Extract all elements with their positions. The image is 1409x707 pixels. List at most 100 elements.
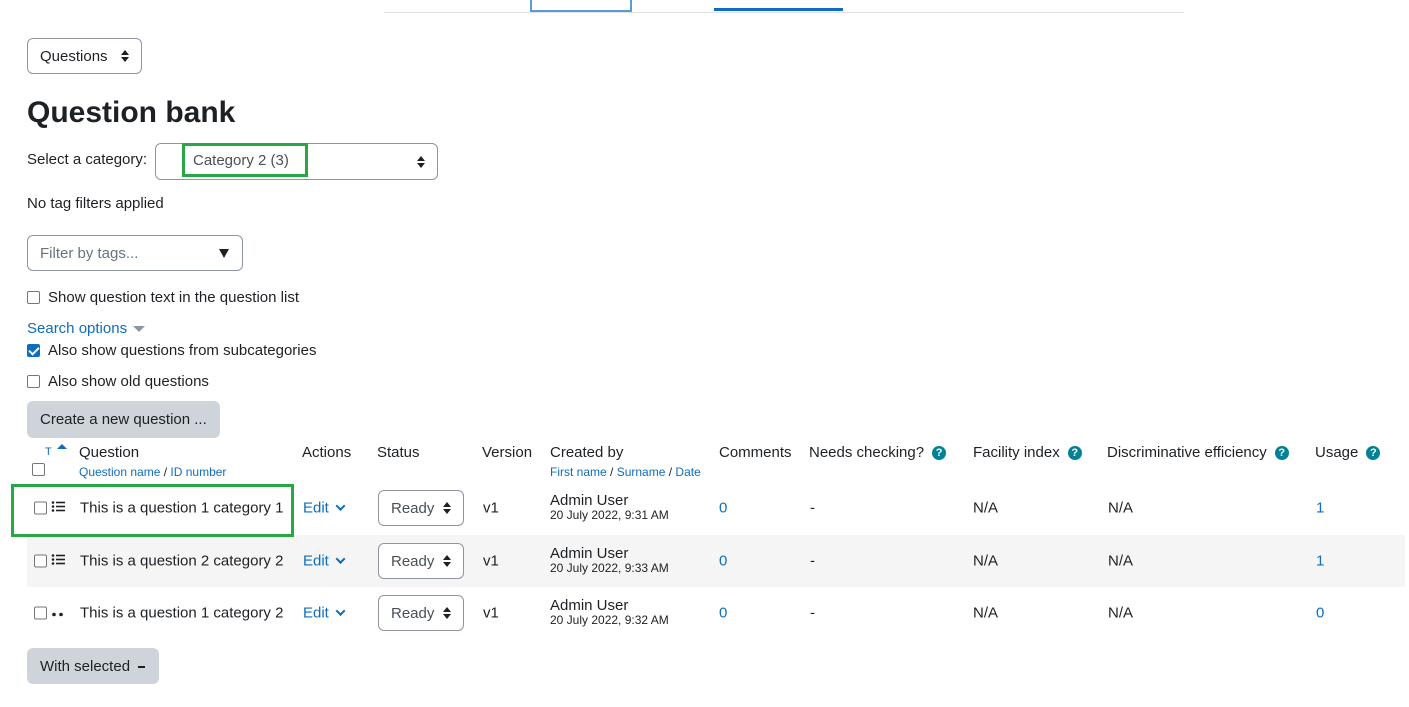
category-label: Select a category: bbox=[27, 151, 148, 168]
status-value: Ready bbox=[391, 499, 435, 517]
sort-type-link[interactable]: T bbox=[45, 446, 52, 458]
version: v1 bbox=[483, 604, 499, 622]
comments-link[interactable]: 0 bbox=[719, 553, 727, 570]
question-name: This is a question 2 category 2 bbox=[80, 552, 284, 570]
category-highlight-box bbox=[182, 143, 308, 177]
old-questions-label: Also show old questions bbox=[48, 373, 209, 390]
dropdown-triangle-icon bbox=[219, 249, 229, 258]
version: v1 bbox=[483, 499, 499, 517]
status-value: Ready bbox=[391, 604, 435, 622]
show-text-label: Show question text in the question list bbox=[48, 289, 299, 306]
status-select[interactable]: Ready bbox=[378, 543, 464, 579]
focused-tab[interactable] bbox=[530, 0, 632, 12]
row-checkbox[interactable] bbox=[34, 554, 47, 568]
sort-surname-link[interactable]: Surname bbox=[617, 465, 666, 479]
creator-name: Admin User bbox=[550, 597, 629, 614]
header-separator: / bbox=[160, 465, 171, 479]
sort-id-number-link[interactable]: ID number bbox=[170, 465, 226, 479]
subcategories-option: Also show questions from subcategories bbox=[27, 342, 316, 359]
active-tab-indicator bbox=[714, 8, 843, 11]
created-by: Admin User 20 July 2022, 9:31 AM bbox=[550, 493, 669, 523]
select-arrows-icon bbox=[443, 555, 451, 567]
comments-link[interactable]: 0 bbox=[719, 500, 727, 517]
sort-first-name-link[interactable]: First name bbox=[550, 465, 607, 479]
header-status: Status bbox=[377, 444, 420, 461]
header-facility-index-label: Facility index bbox=[973, 444, 1060, 461]
help-icon[interactable]: ? bbox=[932, 446, 947, 460]
usage-link[interactable]: 0 bbox=[1316, 605, 1324, 622]
search-options-toggle[interactable]: Search options bbox=[27, 320, 146, 337]
facility-index: N/A bbox=[973, 499, 999, 517]
show-text-option: Show question text in the question list bbox=[27, 289, 299, 306]
discriminative-efficiency: N/A bbox=[1108, 604, 1134, 622]
creator-name: Admin User bbox=[550, 545, 629, 562]
chevron-down-icon bbox=[335, 501, 346, 511]
row-checkbox[interactable] bbox=[34, 606, 47, 620]
table-row: This is a question 1 category 2 Edit Rea… bbox=[27, 587, 1405, 639]
subcategories-checkbox[interactable] bbox=[27, 344, 40, 357]
header-comments: Comments bbox=[719, 444, 792, 461]
sort-date-link[interactable]: Date bbox=[675, 465, 700, 479]
needs-checking: - bbox=[810, 499, 815, 517]
header-question: Question bbox=[79, 444, 140, 461]
question-bank-nav-select[interactable]: Questions bbox=[27, 38, 142, 74]
tag-filter-input[interactable]: Filter by tags... bbox=[27, 235, 243, 271]
header-needs-checking: Needs checking?? bbox=[809, 444, 947, 461]
caret-down-icon bbox=[133, 325, 146, 332]
edit-menu[interactable]: Edit bbox=[303, 499, 346, 517]
tag-filter-status: No tag filters applied bbox=[27, 195, 164, 212]
edit-menu[interactable]: Edit bbox=[303, 553, 346, 570]
old-questions-option: Also show old questions bbox=[27, 373, 209, 390]
status-select[interactable]: Ready bbox=[378, 595, 464, 631]
header-discriminative: Discriminative efficiency? bbox=[1107, 444, 1289, 461]
select-all-checkbox[interactable] bbox=[32, 463, 45, 476]
needs-checking: - bbox=[810, 552, 815, 570]
header-needs-checking-label: Needs checking? bbox=[809, 444, 925, 461]
version: v1 bbox=[483, 552, 499, 570]
select-arrows-icon bbox=[417, 155, 425, 168]
select-arrows-icon bbox=[121, 50, 129, 62]
created-date: 20 July 2022, 9:32 AM bbox=[550, 613, 669, 627]
usage-link[interactable]: 1 bbox=[1316, 500, 1324, 517]
table-row: This is a question 2 category 2 Edit Rea… bbox=[27, 535, 1405, 587]
with-selected-label: With selected bbox=[40, 657, 131, 675]
facility-index: N/A bbox=[973, 604, 999, 622]
edit-label: Edit bbox=[303, 499, 329, 517]
header-actions: Actions bbox=[302, 444, 352, 461]
help-icon[interactable]: ? bbox=[1067, 446, 1082, 460]
sort-ascending-icon bbox=[57, 444, 67, 449]
multichoice-icon bbox=[51, 553, 65, 570]
header-discriminative-label: Discriminative efficiency bbox=[1107, 444, 1267, 461]
created-date: 20 July 2022, 9:31 AM bbox=[550, 508, 669, 522]
header-separator: / bbox=[665, 465, 676, 479]
header-usage-label: Usage bbox=[1315, 444, 1359, 461]
created-by: Admin User 20 July 2022, 9:33 AM bbox=[550, 546, 669, 576]
status-value: Ready bbox=[391, 552, 435, 570]
truefalse-icon bbox=[51, 606, 65, 621]
created-date: 20 July 2022, 9:33 AM bbox=[550, 561, 669, 575]
old-questions-checkbox[interactable] bbox=[27, 375, 40, 388]
header-separator: / bbox=[606, 465, 617, 479]
help-icon[interactable]: ? bbox=[1274, 446, 1289, 460]
header-created-by: Created by bbox=[550, 444, 624, 461]
page-title: Question bank bbox=[27, 96, 236, 129]
comments-link[interactable]: 0 bbox=[719, 605, 727, 622]
header-facility-index: Facility index? bbox=[973, 444, 1082, 461]
edit-menu[interactable]: Edit bbox=[303, 604, 346, 622]
help-icon[interactable]: ? bbox=[1366, 446, 1381, 460]
usage-link[interactable]: 1 bbox=[1316, 553, 1324, 570]
edit-label: Edit bbox=[303, 604, 329, 622]
status-select[interactable]: Ready bbox=[378, 490, 464, 526]
question-name: This is a question 1 category 2 bbox=[80, 604, 284, 622]
search-options-label: Search options bbox=[27, 320, 128, 337]
chevron-down-icon bbox=[335, 606, 346, 616]
show-text-checkbox[interactable] bbox=[27, 291, 40, 304]
collapse-icon bbox=[138, 666, 146, 668]
creator-name: Admin User bbox=[550, 492, 629, 509]
header-version: Version bbox=[482, 444, 533, 461]
chevron-down-icon bbox=[335, 554, 346, 564]
with-selected-button[interactable]: With selected bbox=[27, 648, 159, 684]
header-created-sub: First name / Surname / Date bbox=[550, 465, 701, 479]
sort-question-name-link[interactable]: Question name bbox=[79, 465, 160, 479]
create-question-button[interactable]: Create a new question ... bbox=[27, 401, 220, 438]
